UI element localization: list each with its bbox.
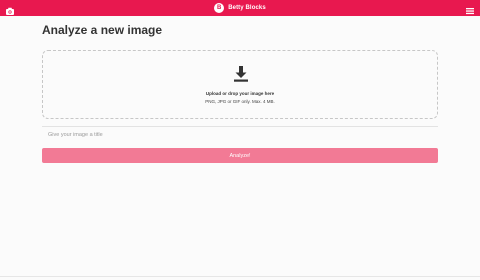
brand[interactable]: B Betty Blocks [214,3,266,13]
upload-dropzone[interactable]: Upload or drop your image here PNG, JPG … [42,50,438,119]
top-bar: B Betty Blocks [0,0,480,16]
hamburger-menu-icon[interactable] [465,3,475,15]
upload-note: PNG, JPG or GIF only. Max. 4 MB. [205,99,275,104]
analyze-button[interactable]: Analyze! [42,148,438,163]
image-title-input[interactable] [42,126,438,140]
download-icon [232,65,250,83]
brand-logo: B [214,3,225,13]
brand-name: Betty Blocks [228,5,266,11]
camera-icon[interactable] [5,3,15,15]
brand-logo-letter: B [217,5,222,11]
bottom-divider [0,276,480,277]
upload-title: Upload or drop your image here [205,91,275,96]
page-title: Analyze a new image [42,23,163,37]
